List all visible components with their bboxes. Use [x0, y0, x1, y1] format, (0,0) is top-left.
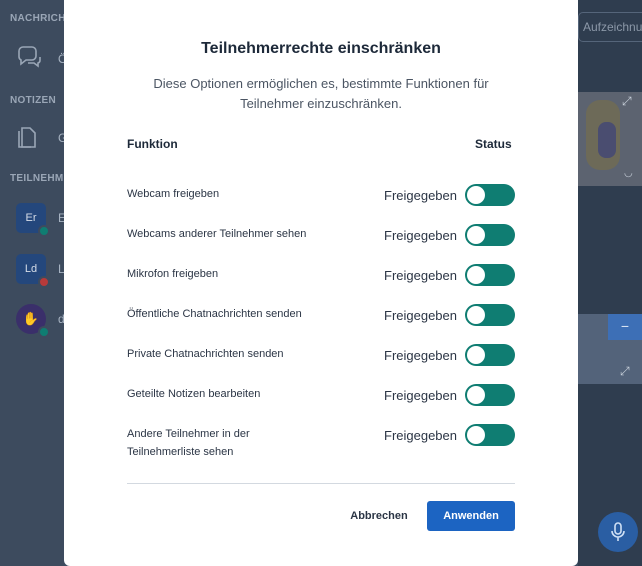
permission-status-microphone: Freigegeben	[384, 268, 457, 283]
modal-description: Diese Optionen ermöglichen es, bestimmte…	[153, 76, 489, 111]
microphone-button[interactable]	[598, 512, 638, 552]
video-figure-detail	[598, 122, 616, 158]
recording-button[interactable]: Aufzeichnung	[578, 12, 642, 42]
permission-toggle-shared-notes[interactable]	[465, 384, 515, 406]
toggle-knob	[467, 266, 485, 284]
permission-status-see-webcams: Freigegeben	[384, 228, 457, 243]
permission-toggle-webcam[interactable]	[465, 184, 515, 206]
avatar[interactable]: ✋	[16, 304, 50, 338]
permission-label-see-webcams: Webcams anderer Teilnehmer sehen	[127, 228, 307, 240]
permission-status-shared-notes: Freigegeben	[384, 388, 457, 403]
hand-icon: ✋	[22, 311, 40, 326]
app-sidebar: NACHRICHTEN Ö NOTIZEN G TEILNEHMER Er E …	[0, 0, 86, 566]
permission-toggle-see-participants[interactable]	[465, 424, 515, 446]
cancel-button[interactable]: Abbrechen	[346, 503, 412, 529]
permission-label-public-chat: Öffentliche Chatnachrichten senden	[127, 308, 302, 320]
status-dot	[38, 225, 50, 237]
permission-toggle-microphone[interactable]	[465, 264, 515, 286]
headset-icon: ◡	[624, 168, 633, 179]
modal-divider	[127, 483, 515, 484]
permissions-modal: Teilnehmerrechte einschränken Diese Opti…	[64, 0, 578, 566]
permission-status-webcam: Freigegeben	[384, 188, 457, 203]
permission-label-webcam: Webcam freigeben	[127, 188, 220, 200]
permission-status-see-participants: Freigegeben	[384, 428, 457, 443]
permission-label-microphone: Mikrofon freigeben	[127, 268, 219, 280]
modal-title: Teilnehmerrechte einschränken	[201, 40, 441, 57]
permission-toggle-public-chat[interactable]	[465, 304, 515, 326]
avatar[interactable]: Er	[16, 203, 50, 237]
toggle-knob	[467, 346, 485, 364]
status-dot	[38, 326, 50, 338]
permission-label-see-participants: Andere Teilnehmer in der Teilnehmerliste…	[127, 428, 250, 458]
column-header-function: Funktion	[127, 137, 178, 151]
sidebar-section-notes: NOTIZEN	[10, 95, 56, 106]
toggle-knob	[467, 386, 485, 404]
avatar[interactable]: Ld	[16, 254, 50, 288]
toggle-knob	[467, 306, 485, 324]
permission-status-private-chat: Freigegeben	[384, 348, 457, 363]
column-header-status: Status	[475, 137, 512, 151]
permission-label-private-chat: Private Chatnachrichten senden	[127, 348, 284, 360]
notes-icon[interactable]	[16, 124, 38, 155]
permission-toggle-see-webcams[interactable]	[465, 224, 515, 246]
toggle-knob	[467, 226, 485, 244]
chat-icon[interactable]	[16, 46, 42, 75]
expand-icon[interactable]: ⤢	[622, 94, 632, 109]
microphone-icon	[611, 522, 625, 541]
status-dot	[38, 276, 50, 288]
permission-status-public-chat: Freigegeben	[384, 308, 457, 323]
minimize-button[interactable]: −	[608, 314, 642, 340]
fullscreen-icon[interactable]: ⤢	[620, 364, 630, 379]
permission-toggle-private-chat[interactable]	[465, 344, 515, 366]
toggle-knob	[467, 186, 485, 204]
app-main-area	[578, 0, 642, 566]
toggle-knob	[467, 426, 485, 444]
permission-label-shared-notes: Geteilte Notizen bearbeiten	[127, 388, 261, 400]
apply-button[interactable]: Anwenden	[427, 501, 515, 531]
